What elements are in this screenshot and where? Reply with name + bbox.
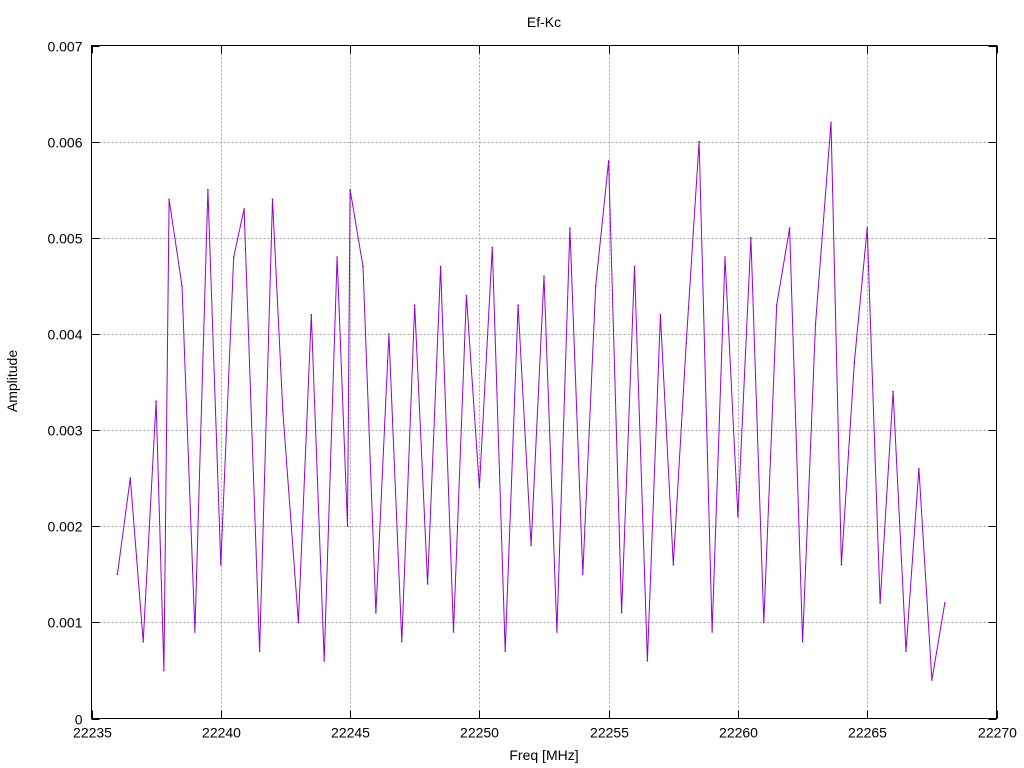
y-tick-label: 0.002 xyxy=(47,519,82,535)
data-point xyxy=(129,477,132,479)
data-point xyxy=(388,333,390,335)
data-point xyxy=(271,198,274,201)
series-line xyxy=(116,122,946,681)
data-point xyxy=(750,237,752,239)
data-point xyxy=(282,410,284,412)
x-tick-label: 22265 xyxy=(848,725,887,741)
data-point xyxy=(530,544,532,547)
data-point xyxy=(155,400,157,403)
data-point xyxy=(763,621,765,624)
data-point xyxy=(646,660,649,662)
data-point xyxy=(465,294,468,297)
data-point xyxy=(297,621,300,624)
y-tick-label: 0.007 xyxy=(47,39,82,55)
chart-title: Ef-Kc xyxy=(527,14,561,30)
y-tick-label: 0 xyxy=(75,712,83,728)
data-point xyxy=(163,669,165,672)
y-tick-label: 0.006 xyxy=(47,135,82,151)
x-tick-label: 22245 xyxy=(331,725,370,741)
data-point xyxy=(775,304,778,306)
data-point xyxy=(401,640,403,643)
data-point xyxy=(607,160,610,162)
data-point xyxy=(439,265,442,268)
x-tick-label: 22240 xyxy=(202,725,241,741)
data-point xyxy=(310,313,313,316)
data-point xyxy=(620,611,623,614)
data-point xyxy=(840,563,843,566)
data-point xyxy=(672,563,675,566)
data-point xyxy=(243,208,245,210)
data-point xyxy=(346,525,349,527)
y-tick-label: 0.005 xyxy=(47,231,82,247)
data-point xyxy=(323,660,326,662)
data-point xyxy=(814,323,817,326)
x-tick-label: 22270 xyxy=(978,725,1017,741)
data-point xyxy=(142,640,144,643)
data-point xyxy=(543,275,545,278)
data-point xyxy=(633,265,636,268)
data-point xyxy=(220,563,222,566)
data-point xyxy=(207,188,209,191)
data-point xyxy=(711,631,713,633)
y-tick-label: 0.001 xyxy=(47,615,82,631)
data-point xyxy=(349,188,351,191)
data-point xyxy=(737,515,739,518)
data-point xyxy=(582,573,584,576)
data-point xyxy=(232,256,235,258)
data-point xyxy=(594,285,597,287)
data-point xyxy=(375,611,377,614)
line-chart: 22235 22240 22245 22250 22255 22260 22265 22270… xyxy=(4,14,1017,763)
x-tick-label: 22250 xyxy=(460,725,499,741)
data-point xyxy=(168,198,170,201)
data-point xyxy=(491,246,494,249)
data-point xyxy=(892,390,894,393)
data-point xyxy=(413,304,416,306)
data-point xyxy=(853,362,856,364)
data-point xyxy=(659,313,662,316)
data-point xyxy=(879,602,881,604)
data-point xyxy=(362,265,364,268)
data-point xyxy=(336,256,338,258)
chart-container: 22235 22240 22245 22250 22255 22260 22265 22270… xyxy=(0,0,1024,768)
data-point xyxy=(788,227,791,229)
data-point xyxy=(866,227,868,229)
x-tick-label: 22260 xyxy=(719,725,758,741)
data-point xyxy=(556,631,558,633)
data-point xyxy=(426,583,429,585)
x-tick-label: 22255 xyxy=(590,725,629,741)
plot-frame xyxy=(91,45,997,719)
data-point xyxy=(569,227,571,229)
series-layer xyxy=(116,121,946,681)
y-tick-label: 0.003 xyxy=(47,423,82,439)
grid xyxy=(91,45,997,719)
y-tick-label: 0.004 xyxy=(47,327,82,343)
data-point xyxy=(918,467,920,470)
ticks: 22235 22240 22245 22250 22255 22260 22265 22270… xyxy=(47,39,1017,741)
data-point xyxy=(830,121,832,124)
data-point xyxy=(478,487,481,489)
data-point xyxy=(504,650,507,652)
x-axis-title: Freq [MHz] xyxy=(509,747,578,763)
data-point xyxy=(258,650,261,652)
data-point xyxy=(931,679,933,681)
data-point xyxy=(905,650,907,652)
data-point xyxy=(452,631,455,633)
data-point xyxy=(685,342,687,345)
data-point xyxy=(194,631,196,633)
y-axis-title: Amplitude xyxy=(4,350,20,412)
data-point xyxy=(801,640,804,643)
data-point xyxy=(944,602,946,604)
data-point xyxy=(181,285,183,287)
data-point xyxy=(116,573,119,576)
data-point xyxy=(698,140,700,143)
data-point xyxy=(724,256,726,258)
data-point xyxy=(517,304,519,306)
